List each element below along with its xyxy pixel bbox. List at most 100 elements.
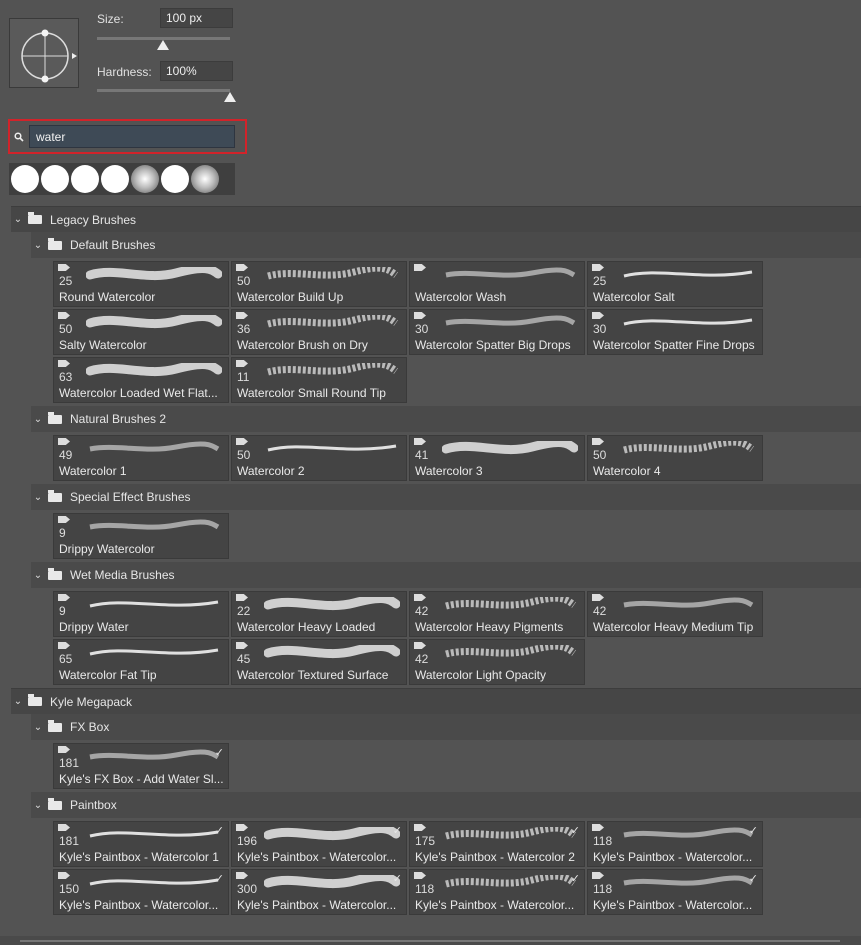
size-field[interactable]: 100 px [160,8,233,28]
brush-name: Kyle's Paintbox - Watercolor... [237,898,397,912]
recent-brush-hard-round[interactable] [41,165,69,193]
brush-preset-tile[interactable]: 50 Watercolor 4 [587,435,763,481]
brush-name: Watercolor 3 [415,464,483,478]
chevron-down-icon[interactable]: ⌄ [11,696,25,707]
brush-tool-icon [236,264,248,271]
chevron-down-icon[interactable]: ⌄ [31,492,45,503]
brush-edit-icon: ✓ [570,873,580,885]
brush-size: 25 [593,274,607,288]
brush-subgroup-name: Special Effect Brushes [70,490,191,504]
brush-preset-tile[interactable]: 181 ✓ Kyle's Paintbox - Watercolor 1 [53,821,229,867]
brush-name: Round Watercolor [59,290,156,304]
brush-preset-tile[interactable]: 150 ✓ Kyle's Paintbox - Watercolor... [53,869,229,915]
brush-group[interactable]: ⌄ Legacy Brushes [11,206,861,232]
size-slider-thumb[interactable] [157,40,169,50]
folder-icon [28,694,42,706]
brush-tool-icon [236,872,248,879]
brush-grid: 49 Watercolor 1 50 Watercolor 2 41 Watercolor… [53,432,861,484]
brush-preset-tile[interactable]: 63 Watercolor Loaded Wet Flat... [53,357,229,403]
brush-name: Kyle's Paintbox - Watercolor 2 [415,850,575,864]
brush-preset-tile[interactable]: 300 ✓ Kyle's Paintbox - Watercolor... [231,869,407,915]
brush-tool-icon [592,824,604,831]
brush-preset-tile[interactable]: 45 Watercolor Textured Surface [231,639,407,685]
brush-preset-tile[interactable]: 118 ✓ Kyle's Paintbox - Watercolor... [587,869,763,915]
brush-subgroup[interactable]: ⌄ Special Effect Brushes [31,484,861,510]
brush-size: 22 [237,604,251,618]
hardness-field[interactable]: 100% [160,61,233,81]
chevron-down-icon[interactable]: ⌄ [31,722,45,733]
brush-preset-tile[interactable]: 42 Watercolor Light Opacity [409,639,585,685]
brush-preset-tile[interactable]: Watercolor Wash [409,261,585,307]
brush-preset-tile[interactable]: 36 Watercolor Brush on Dry [231,309,407,355]
brush-tool-icon [58,746,70,753]
brush-stroke-preview [89,749,220,760]
brush-name: Watercolor Loaded Wet Flat... [59,386,218,400]
brush-preset-tile[interactable]: 9 Drippy Water [53,591,229,637]
recent-brush-hard-round[interactable] [161,165,189,193]
brush-preset-tile[interactable]: 175 ✓ Kyle's Paintbox - Watercolor 2 [409,821,585,867]
brush-preset-tile[interactable]: 65 Watercolor Fat Tip [53,639,229,685]
recent-brush-hard-round[interactable] [101,165,129,193]
brush-name: Watercolor Spatter Fine Drops [593,338,755,352]
brush-name: Watercolor Fat Tip [59,668,157,682]
brush-preset-tile[interactable]: 25 Watercolor Salt [587,261,763,307]
brush-tool-icon [58,516,70,523]
brush-name: Drippy Water [59,620,129,634]
chevron-down-icon[interactable]: ⌄ [11,214,25,225]
brush-stroke-preview [267,315,399,328]
brush-preset-tile[interactable]: 118 ✓ Kyle's Paintbox - Watercolor... [409,869,585,915]
brush-preset-tile[interactable]: 196 ✓ Kyle's Paintbox - Watercolor... [231,821,407,867]
recent-brush-hard-round[interactable] [11,165,39,193]
search-highlight [8,119,247,154]
hardness-slider-track[interactable] [97,89,230,92]
brush-preset-tile[interactable]: 50 Watercolor 2 [231,435,407,481]
brush-subgroup[interactable]: ⌄ Natural Brushes 2 [31,406,861,432]
chevron-down-icon[interactable]: ⌄ [31,240,45,251]
brush-size: 181 [59,834,80,848]
brush-preset-tile[interactable]: 42 Watercolor Heavy Pigments [409,591,585,637]
brush-subgroup[interactable]: ⌄ Wet Media Brushes [31,562,861,588]
brush-subgroup[interactable]: ⌄ FX Box [31,714,861,740]
recent-brush-soft-round[interactable] [191,165,219,193]
hardness-slider-thumb[interactable] [224,92,236,102]
brush-preset-tile[interactable]: 41 Watercolor 3 [409,435,585,481]
brush-preset-tile[interactable]: 181 ✓ Kyle's FX Box - Add Water Sl... [53,743,229,789]
brush-preset-tile[interactable]: 50 Salty Watercolor [53,309,229,355]
brush-tip-preview[interactable] [9,18,79,88]
brush-stroke-preview [264,827,400,841]
brush-preset-tile[interactable]: 30 Watercolor Spatter Big Drops [409,309,585,355]
chevron-down-icon[interactable]: ⌄ [31,800,45,811]
brush-tool-icon [236,824,248,831]
brush-tool-icon [414,824,426,831]
brush-size: 118 [593,834,613,848]
brush-edit-icon: ✓ [748,873,758,885]
chevron-down-icon[interactable]: ⌄ [31,414,45,425]
search-icon [14,132,24,142]
brush-preset-tile[interactable]: 11 Watercolor Small Round Tip [231,357,407,403]
brush-size: 9 [59,604,66,618]
brush-name: Kyle's Paintbox - Watercolor... [59,898,219,912]
recent-brush-soft-round[interactable] [131,165,159,193]
recent-brush-hard-round[interactable] [71,165,99,193]
brush-tool-icon [58,360,70,367]
brush-subgroup[interactable]: ⌄ Default Brushes [31,232,861,258]
brush-stroke-preview [445,267,576,278]
brush-grid: 9 Drippy Water 22 Watercolor Heavy Loaded 42… [53,588,861,688]
brush-tool-icon [58,312,70,319]
brush-preset-tile[interactable]: 42 Watercolor Heavy Medium Tip [587,591,763,637]
chevron-down-icon[interactable]: ⌄ [31,570,45,581]
folder-icon [48,567,62,580]
brush-subgroup[interactable]: ⌄ Paintbox [31,792,861,818]
brush-preset-tile[interactable]: 25 Round Watercolor [53,261,229,307]
brush-stroke-preview [89,830,219,838]
brush-subgroup-name: Wet Media Brushes [70,568,175,582]
brush-preset-tile[interactable]: 118 ✓ Kyle's Paintbox - Watercolor... [587,821,763,867]
brush-preset-tile[interactable]: 49 Watercolor 1 [53,435,229,481]
brush-preset-tile[interactable]: 22 Watercolor Heavy Loaded [231,591,407,637]
brush-preset-tile[interactable]: 30 Watercolor Spatter Fine Drops [587,309,763,355]
brush-preset-tile[interactable]: 50 Watercolor Build Up [231,261,407,307]
brush-preset-tile[interactable]: 9 Drippy Watercolor [53,513,229,559]
panel-resize-bar[interactable] [0,936,861,945]
brush-group[interactable]: ⌄ Kyle Megapack [11,688,861,714]
search-input[interactable] [29,125,235,148]
